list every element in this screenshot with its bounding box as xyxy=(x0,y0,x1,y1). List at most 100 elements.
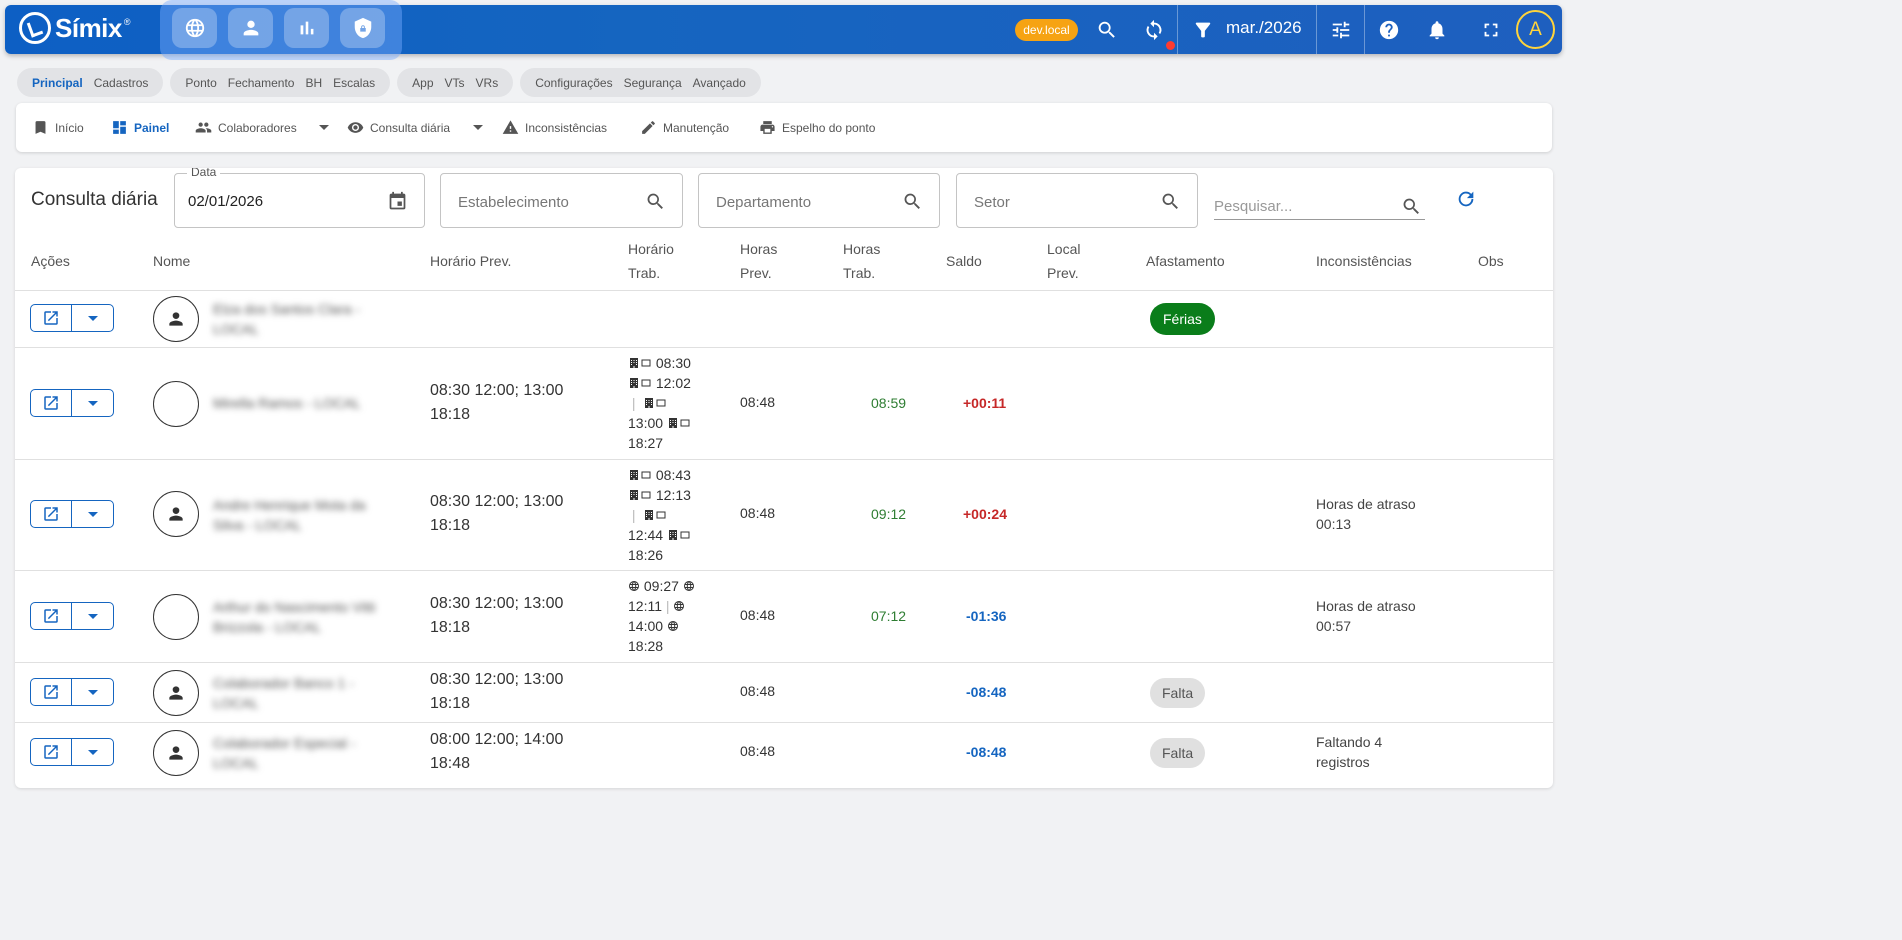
app-logo[interactable]: Símix ® xyxy=(19,12,131,44)
estabelecimento-field[interactable]: Estabelecimento xyxy=(440,173,683,228)
person-button[interactable] xyxy=(228,8,273,48)
date-field-label: Data xyxy=(187,168,221,179)
employee-name-l1: Mirella Ramos - LOCAL xyxy=(213,395,361,411)
punch-time: 13:00 xyxy=(628,415,664,431)
search-button[interactable] xyxy=(1094,17,1120,43)
open-record-button[interactable] xyxy=(31,679,73,705)
employee-name[interactable]: Colaborador Especial - LOCAL xyxy=(213,733,393,773)
nav-colaboradores[interactable]: Colaboradores xyxy=(195,103,297,152)
col-local-prev[interactable]: Local Prev. xyxy=(1047,237,1080,285)
building-icon xyxy=(628,469,640,481)
group-item-vts[interactable]: VTs xyxy=(445,76,465,90)
group-item-avancado[interactable]: Avançado xyxy=(693,76,746,90)
group-item-app[interactable]: App xyxy=(412,76,433,90)
col-obs[interactable]: Obs xyxy=(1478,249,1504,273)
group-item-cadastros[interactable]: Cadastros xyxy=(94,76,149,90)
open-record-button[interactable] xyxy=(31,501,73,527)
row-menu-button[interactable] xyxy=(72,501,113,527)
col-horario-prev[interactable]: Horário Prev. xyxy=(430,249,511,273)
date-field[interactable]: Data 02/01/2026 xyxy=(174,168,425,228)
employee-name[interactable]: Mirella Ramos - LOCAL xyxy=(213,393,393,413)
employee-name[interactable]: Andre Henrique Mota da Silva - LOCAL xyxy=(213,495,393,535)
open-record-button[interactable] xyxy=(31,603,73,629)
row-menu-button[interactable] xyxy=(72,679,113,705)
person-icon xyxy=(166,683,186,703)
environment-badge: dev.local xyxy=(1015,19,1078,41)
group-item-vrs[interactable]: VRs xyxy=(476,76,499,90)
nav-espelho-ponto[interactable]: Espelho do ponto xyxy=(759,103,875,152)
group-item-principal[interactable]: Principal xyxy=(32,76,83,90)
chevron-down-icon xyxy=(87,689,98,695)
employee-name[interactable]: Arthur do Nascimento Vitti Brizzola - LOC… xyxy=(213,597,393,637)
table-row[interactable]: Arthur do Nascimento Vitti Brizzola - LOC… xyxy=(15,571,1553,663)
row-menu-button[interactable] xyxy=(72,390,113,416)
filter-button[interactable] xyxy=(1190,17,1216,43)
table-row[interactable]: Andre Henrique Mota da Silva - LOCAL 08:3… xyxy=(15,460,1553,571)
row-menu-button[interactable] xyxy=(72,603,113,629)
nav-inicio[interactable]: Início xyxy=(32,103,84,152)
table-row[interactable]: Colaborador Banco 1 - LOCAL 08:30 12:00; … xyxy=(15,663,1553,723)
open-record-button[interactable] xyxy=(31,305,73,331)
device-icon xyxy=(640,377,652,389)
globe-icon xyxy=(683,580,695,592)
nav-painel-label: Painel xyxy=(134,120,170,135)
table-row[interactable]: Mirella Ramos - LOCAL 08:30 12:00; 13:00… xyxy=(15,348,1553,460)
nav-manutencao[interactable]: Manutenção xyxy=(640,103,729,152)
search-icon[interactable] xyxy=(1160,191,1181,212)
row-menu-button[interactable] xyxy=(72,739,113,765)
reports-button[interactable] xyxy=(284,8,329,48)
horario-trab: 08:43 12:13 | 12:44 18:26 xyxy=(628,467,691,563)
group-item-bh[interactable]: BH xyxy=(305,76,322,90)
nav-consulta-diaria[interactable]: Consulta diária xyxy=(347,103,450,152)
horas-prev: 08:48 xyxy=(740,743,776,759)
setor-field[interactable]: Setor xyxy=(956,173,1198,228)
settings-tune-button[interactable] xyxy=(1328,17,1354,43)
calendar-icon[interactable] xyxy=(387,191,408,212)
group-item-fechamento[interactable]: Fechamento xyxy=(228,76,295,90)
col-afastamento[interactable]: Afastamento xyxy=(1146,249,1225,273)
search-input[interactable]: Pesquisar... xyxy=(1214,190,1425,220)
inconsistencia-text: Faltando 4 registros xyxy=(1316,732,1436,772)
sync-button[interactable] xyxy=(1141,17,1167,43)
setor-placeholder: Setor xyxy=(974,194,1010,211)
col-saldo[interactable]: Saldo xyxy=(946,249,982,273)
period-selector[interactable]: mar./2026 xyxy=(1226,18,1302,38)
globe-button[interactable] xyxy=(172,8,217,48)
table-row[interactable]: Colaborador Especial - LOCAL 08:00 12:00;… xyxy=(15,723,1553,788)
group-item-ponto[interactable]: Ponto xyxy=(185,76,216,90)
user-avatar[interactable]: A xyxy=(1516,10,1555,49)
help-button[interactable] xyxy=(1376,17,1402,43)
col-horas-prev[interactable]: Horas Prev. xyxy=(740,237,777,285)
fullscreen-button[interactable] xyxy=(1478,17,1504,43)
col-inconsistencias[interactable]: Inconsistências xyxy=(1316,249,1412,273)
punch-time: 18:26 xyxy=(628,547,664,563)
notifications-button[interactable] xyxy=(1424,17,1450,43)
search-icon xyxy=(1096,19,1118,41)
col-horario-trab[interactable]: Horário Trab. xyxy=(628,237,674,285)
col-nome[interactable]: Nome xyxy=(153,249,190,273)
search-icon[interactable] xyxy=(902,191,923,212)
group-item-configuracoes[interactable]: Configurações xyxy=(535,76,612,90)
horas-prev: 08:48 xyxy=(740,607,776,623)
refresh-button[interactable] xyxy=(1455,188,1477,210)
nav-inconsistencias[interactable]: Inconsistências xyxy=(502,103,607,152)
nav-colaboradores-dropdown[interactable] xyxy=(319,103,329,152)
table-row[interactable]: Elza dos Santos Clara - LOCAL Férias xyxy=(15,291,1553,348)
nav-painel[interactable]: Painel xyxy=(111,103,169,152)
security-button[interactable] xyxy=(340,8,385,48)
departamento-field[interactable]: Departamento xyxy=(698,173,940,228)
employee-name[interactable]: Elza dos Santos Clara - LOCAL xyxy=(213,299,393,339)
nav-consulta-dropdown[interactable] xyxy=(473,103,483,152)
table-header: Ações Nome Horário Prev. Horário Trab. Ho… xyxy=(15,234,1553,291)
group-item-seguranca[interactable]: Segurança xyxy=(624,76,682,90)
employee-name[interactable]: Colaborador Banco 1 - LOCAL xyxy=(213,673,393,713)
row-menu-button[interactable] xyxy=(72,305,113,331)
punch-time: 12:44 xyxy=(628,527,664,543)
col-horas-trab[interactable]: Horas Trab. xyxy=(843,237,880,285)
row-actions xyxy=(30,602,114,630)
search-icon[interactable] xyxy=(645,191,666,212)
open-record-button[interactable] xyxy=(31,739,73,765)
group-item-escalas[interactable]: Escalas xyxy=(333,76,375,90)
horario-prev-l2: 18:18 xyxy=(430,517,471,534)
open-record-button[interactable] xyxy=(31,390,73,416)
